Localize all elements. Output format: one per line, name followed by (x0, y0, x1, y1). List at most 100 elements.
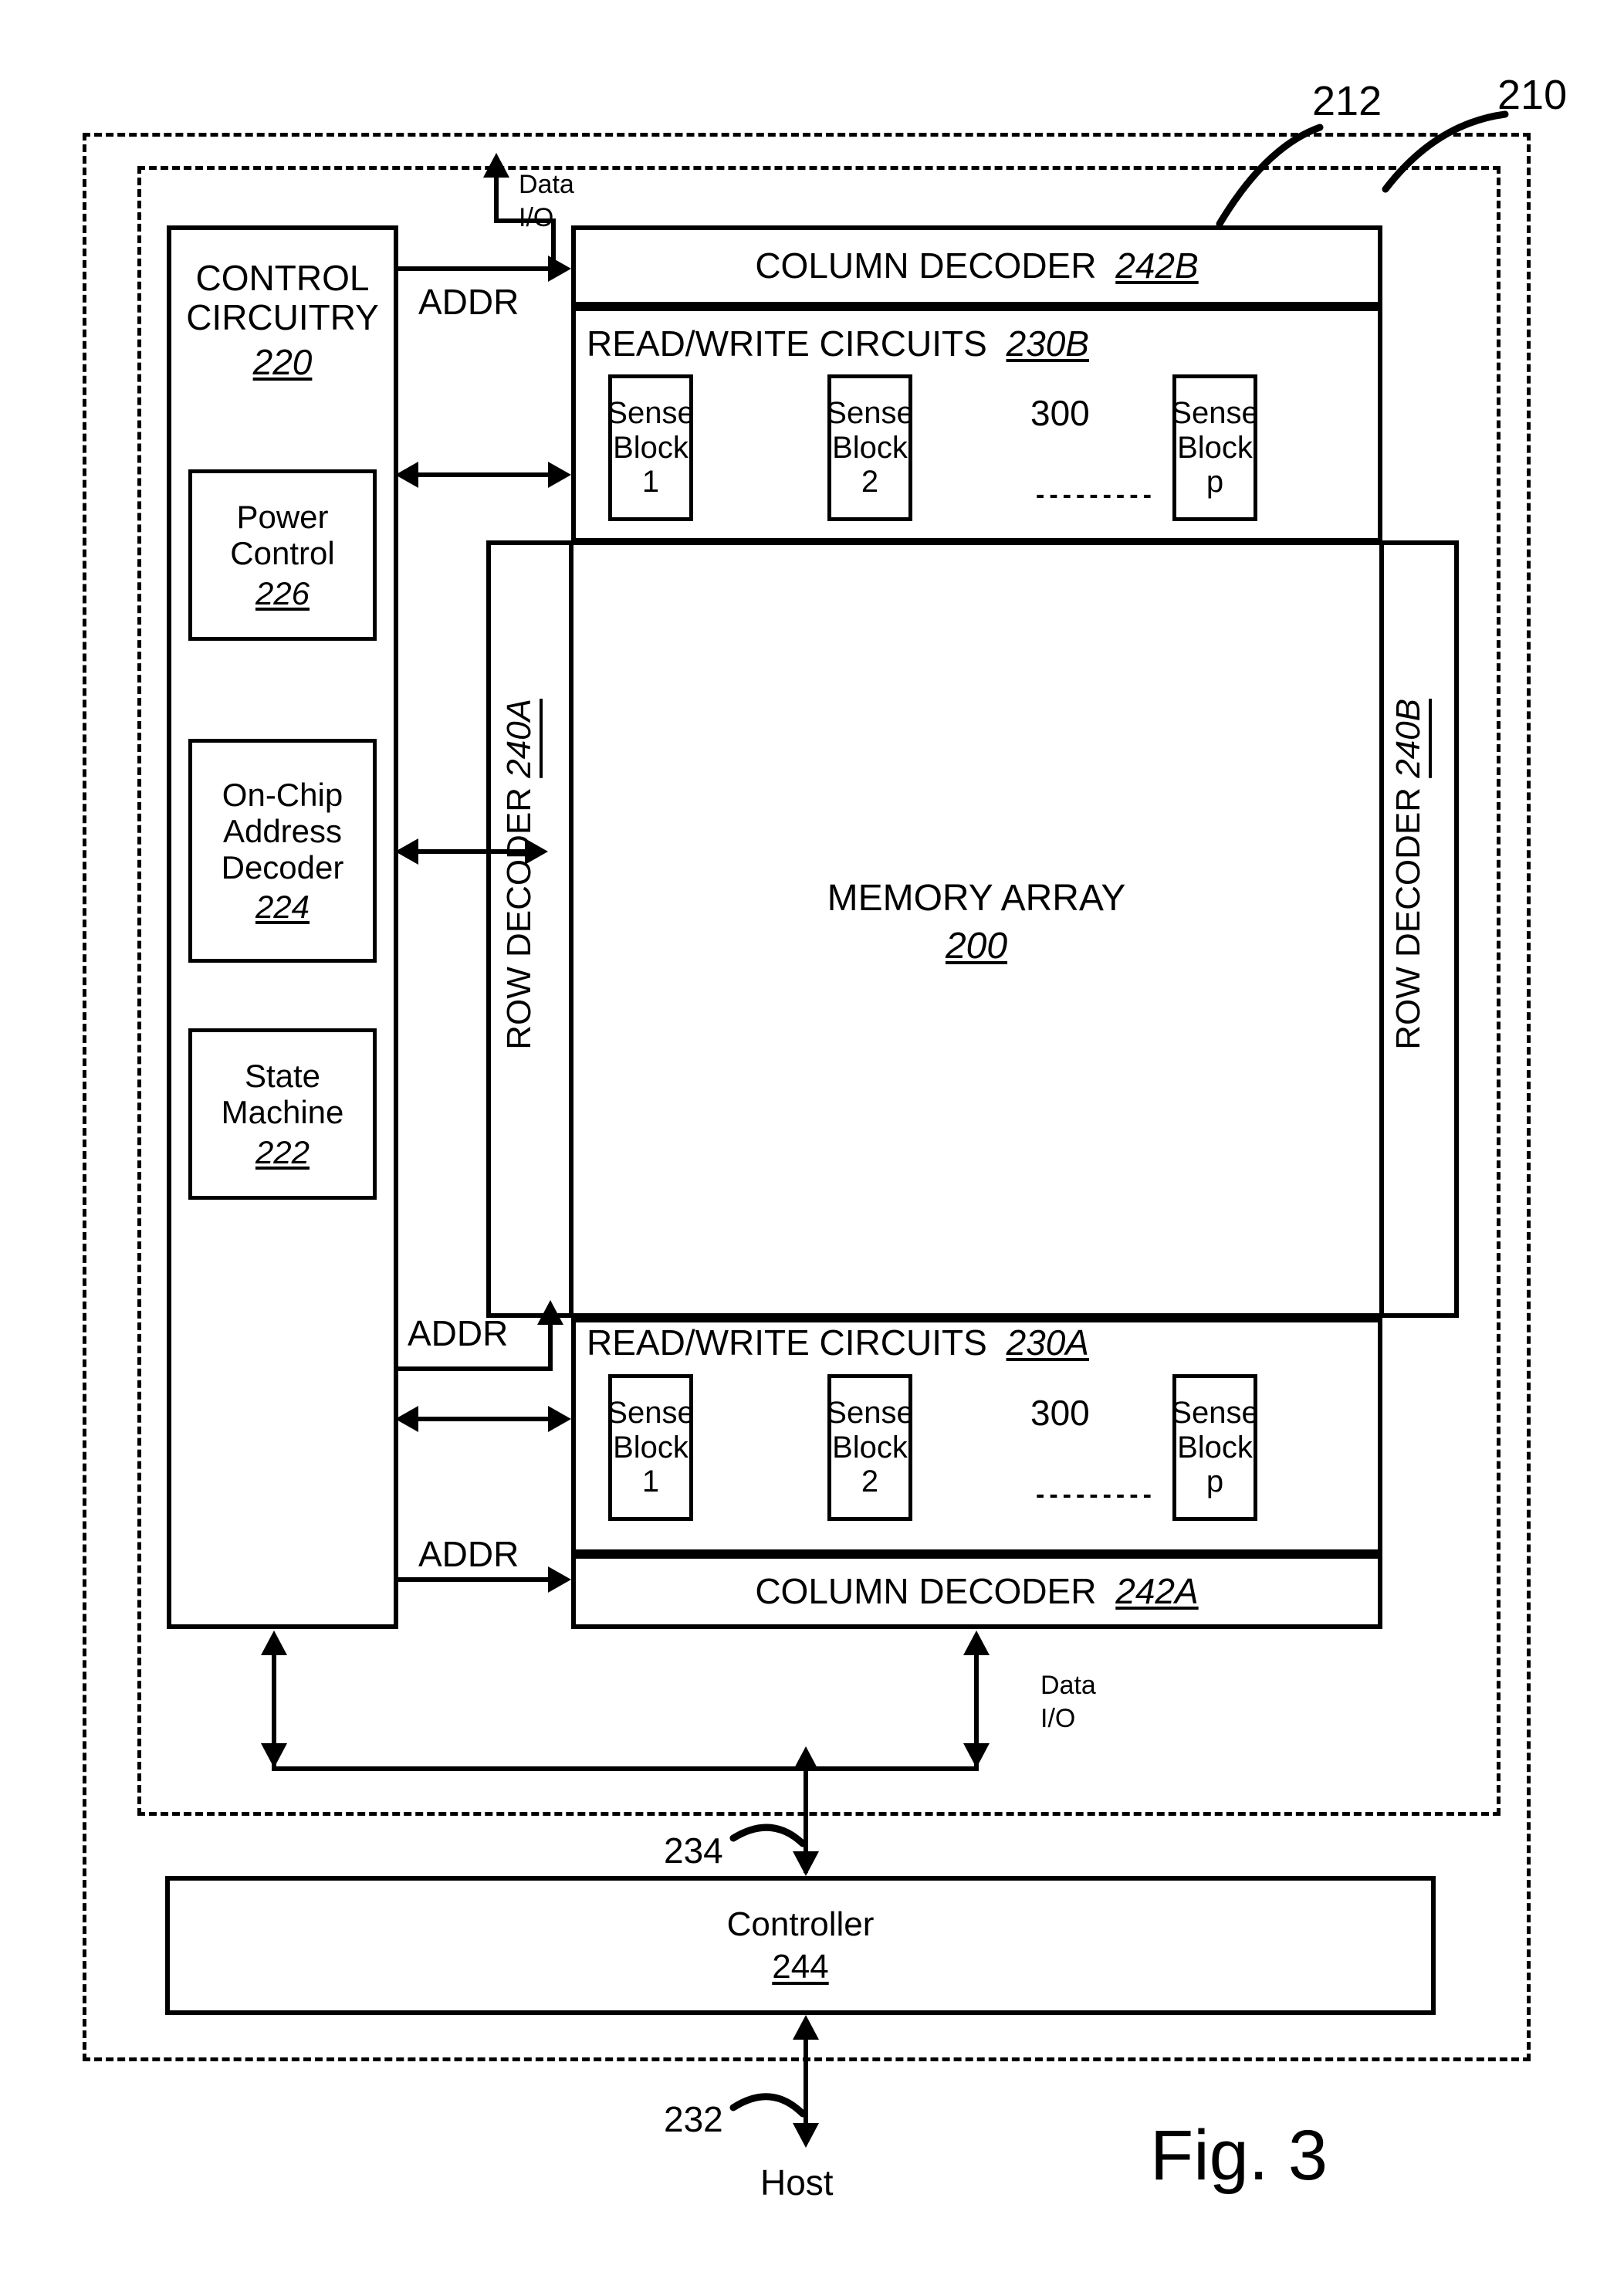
column-decoder-242b-ref: 242B (1115, 245, 1199, 286)
data-io-top-label: Data I/O (519, 168, 574, 234)
sense-block-top-p-line1: Sense (1171, 395, 1259, 430)
ctrl-to-rw-top-line (417, 472, 559, 477)
row-decoder-240b-label: ROW DECODER 240B (1389, 699, 1428, 1050)
figure-canvas: 212 210 CONTROL CIRCUITRY 220 Power Cont… (0, 0, 1624, 2279)
column-decoder-242b-label: COLUMN DECODER 242B (571, 225, 1382, 306)
addr-mid-horizontal (398, 1366, 553, 1371)
column-decoder-242b-text: COLUMN DECODER (755, 245, 1097, 286)
on-chip-address-decoder-ref: 224 (255, 889, 310, 926)
ctrl-to-rw-top-arrow-right (548, 462, 571, 488)
addr-bottom-line (398, 1577, 551, 1582)
control-circuitry-ref: 220 (252, 341, 313, 382)
bus-to-controller-arrow-down (793, 1851, 819, 1876)
column-decoder-242a-ref: 242A (1115, 1570, 1199, 1611)
sense-block-bottom-p-line1: Sense (1171, 1395, 1259, 1430)
read-write-230a-text: READ/WRITE CIRCUITS (587, 1322, 987, 1363)
data-io-bottom-line2: I/O (1040, 1703, 1076, 1733)
sense-block-top-2-line2: Block (832, 430, 908, 465)
control-circuitry-title-line2: CIRCUITRY (186, 297, 379, 338)
read-write-230b-ref: 230B (1006, 323, 1089, 364)
memory-array-label: MEMORY ARRAY 200 (573, 872, 1379, 973)
sense-block-bottom-1-index: 1 (641, 1465, 660, 1499)
addr-bottom-label: ADDR (418, 1534, 519, 1574)
sense-block-bottom-2-line2: Block (832, 1430, 908, 1465)
addr-top-label: ADDR (418, 282, 519, 322)
sense-block-top-1-index: 1 (641, 465, 660, 499)
host-label: Host (760, 2162, 834, 2203)
memory-array-ref: 200 (945, 926, 1008, 967)
sense-block-top-ref-300: 300 (1030, 393, 1090, 433)
on-chip-address-decoder-line3: Decoder (221, 849, 344, 886)
row-decoder-240b-text: ROW DECODER (1389, 787, 1427, 1050)
read-write-circuits-230b-label: READ/WRITE CIRCUITS 230B (587, 323, 1089, 364)
ctrl-to-rw-top-arrow-left (395, 462, 418, 488)
row-decoder-240b-ref: 240B (1389, 699, 1427, 778)
sense-block-bottom-1-line1: Sense (607, 1395, 695, 1430)
ref-210-label: 210 (1497, 72, 1568, 118)
control-circuitry-title: CONTROL CIRCUITRY 220 (167, 247, 398, 394)
sense-block-bottom-p[interactable]: Sense Block p (1171, 1374, 1259, 1521)
on-chip-address-decoder-line2: Address (222, 812, 343, 849)
data-io-top-line2: I/O (519, 202, 554, 232)
controller-label: Controller 244 (165, 1876, 1436, 2015)
addr-mid-arrowhead (537, 1300, 563, 1325)
ctrl-to-rw-bottom-arrow-right (548, 1406, 571, 1432)
ref-212-label: 212 (1312, 78, 1382, 124)
bottom-bus-left-arrow-down (261, 1743, 287, 1768)
bus-host-ref-232: 232 (664, 2099, 723, 2139)
read-write-circuits-230a-label: READ/WRITE CIRCUITS 230A (587, 1322, 1089, 1363)
sense-block-top-ellipsis: --------- (1036, 480, 1156, 510)
controller-text: Controller (726, 1905, 875, 1943)
addr-bottom-arrowhead (548, 1566, 571, 1593)
bus-to-controller-arrow-up (793, 1746, 819, 1771)
sense-block-top-1-line1: Sense (607, 395, 695, 430)
data-io-top-riser (494, 176, 499, 221)
power-control-ref: 226 (255, 574, 310, 611)
sense-block-top-2-index: 2 (861, 465, 879, 499)
state-machine-line1: State (244, 1058, 321, 1095)
decoder-to-rowdec-arrow-left (395, 838, 418, 865)
sense-block-bottom-ref-300: 300 (1030, 1393, 1090, 1433)
state-machine-ref: 222 (255, 1133, 310, 1170)
state-machine-line2: Machine (221, 1094, 344, 1131)
data-io-top-line1: Data (519, 170, 574, 199)
sense-block-bottom-2-line1: Sense (826, 1395, 914, 1430)
controller-ref: 244 (772, 1948, 829, 1986)
power-control-line2: Control (230, 535, 335, 572)
ctrl-to-rw-bottom-line (417, 1417, 559, 1421)
control-circuitry-title-line1: CONTROL (195, 257, 370, 298)
bottom-bus-right-arrow-up (963, 1631, 990, 1655)
addr-top-line (398, 266, 551, 271)
sense-block-top-p-line2: Block (1177, 430, 1253, 465)
bottom-bus-right-arrow-down (963, 1743, 990, 1768)
state-machine-block[interactable]: State Machine 222 (188, 1028, 377, 1200)
decoder-to-rowdec-line (417, 849, 536, 854)
bottom-bus-left-arrow-up (261, 1631, 287, 1655)
memory-array-text: MEMORY ARRAY (827, 878, 1126, 919)
column-decoder-242a-label: COLUMN DECODER 242A (571, 1554, 1382, 1629)
sense-block-top-2-line1: Sense (826, 395, 914, 430)
row-decoder-240a-label: ROW DECODER 240A (500, 699, 539, 1050)
sense-block-top-1[interactable]: Sense Block 1 (607, 374, 695, 521)
sense-block-top-p[interactable]: Sense Block p (1171, 374, 1259, 521)
power-control-line1: Power (236, 499, 329, 536)
decoder-to-rowdec-arrow-right (525, 838, 548, 865)
bus-controller-ref-234: 234 (664, 1830, 723, 1871)
on-chip-address-decoder-line1: On-Chip (222, 776, 343, 813)
bus-to-host-arrow-up (793, 2015, 819, 2040)
read-write-230b-text: READ/WRITE CIRCUITS (587, 323, 987, 364)
bottom-shared-bus (272, 1766, 979, 1771)
row-decoder-240b-divider (1379, 540, 1384, 1318)
sense-block-bottom-p-line2: Block (1177, 1430, 1253, 1465)
data-io-top-arrowhead (483, 153, 509, 178)
sense-block-bottom-1[interactable]: Sense Block 1 (607, 1374, 695, 1521)
sense-block-top-p-index: p (1206, 465, 1224, 499)
sense-block-top-1-line2: Block (613, 430, 689, 465)
read-write-230a-ref: 230A (1006, 1322, 1089, 1363)
sense-block-bottom-2[interactable]: Sense Block 2 (826, 1374, 914, 1521)
power-control-block[interactable]: Power Control 226 (188, 469, 377, 641)
sense-block-bottom-p-index: p (1206, 1465, 1224, 1499)
data-io-bottom-line1: Data (1040, 1671, 1096, 1700)
sense-block-top-2[interactable]: Sense Block 2 (826, 374, 914, 521)
on-chip-address-decoder-block[interactable]: On-Chip Address Decoder 224 (188, 739, 377, 963)
